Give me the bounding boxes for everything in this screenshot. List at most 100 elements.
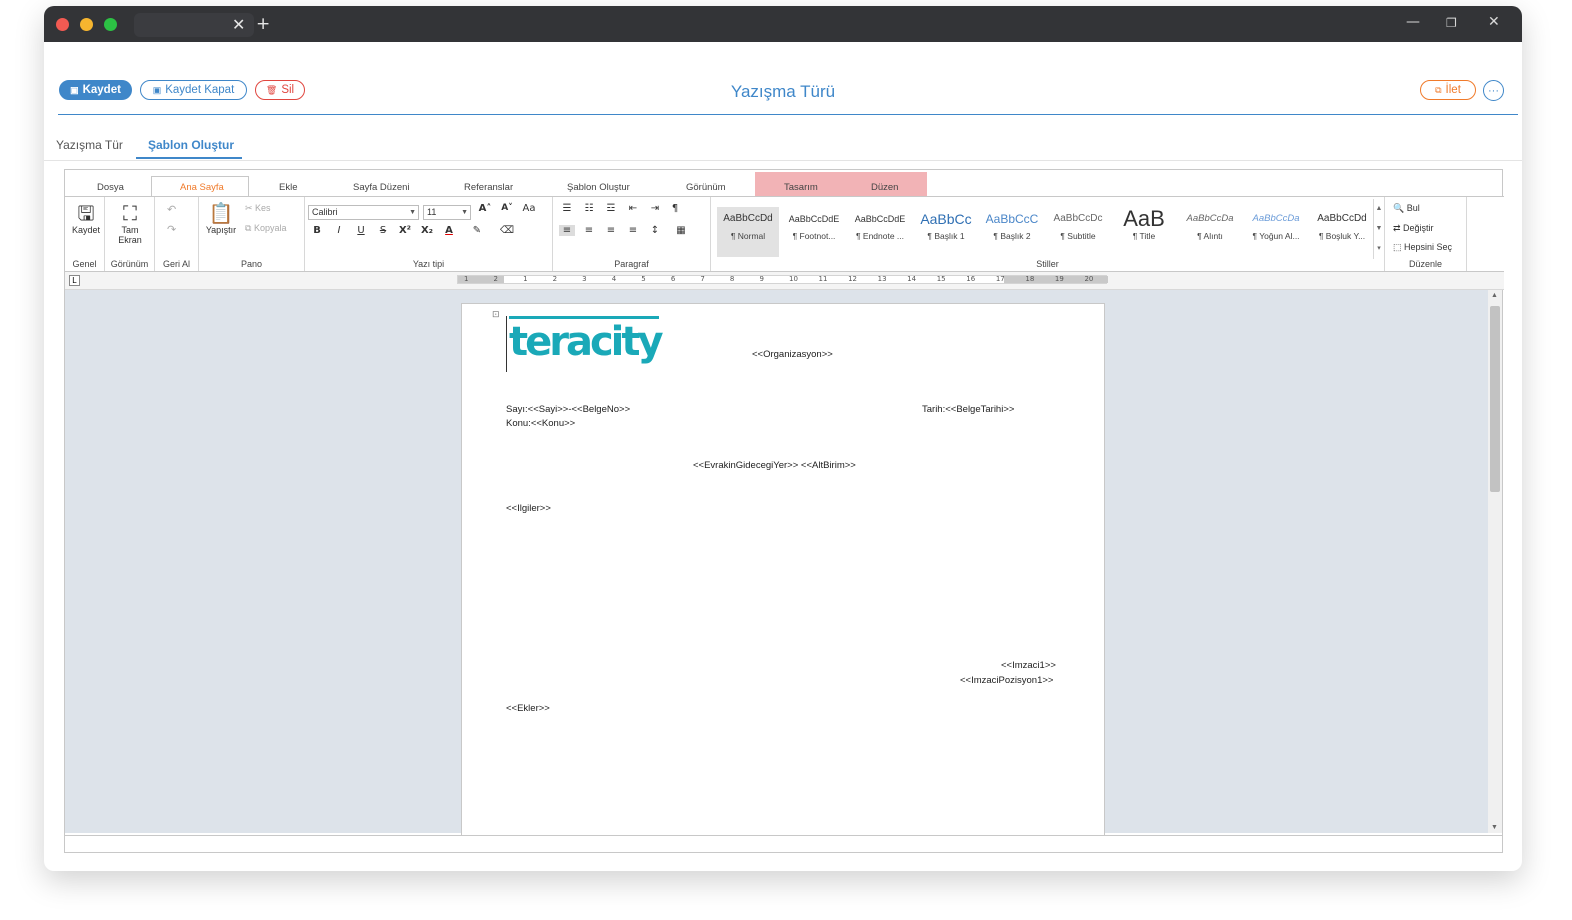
ruler-number: 17: [995, 275, 1005, 283]
document-workspace: ⊡ teracity <<Organizasyon>> Sayı:<<Sayi>…: [65, 290, 1488, 843]
copy-label: Kopyala: [253, 223, 287, 233]
scrollbar-thumb[interactable]: [1490, 306, 1500, 492]
scroll-down-icon[interactable]: ▼: [1491, 824, 1498, 831]
forward-button-label: İlet: [1445, 84, 1461, 96]
forward-icon: ⧉: [1435, 84, 1442, 95]
highlight-icon[interactable]: ✎: [469, 225, 485, 236]
company-logo: teracity: [506, 316, 666, 372]
minimize-icon[interactable]: —: [1406, 14, 1420, 30]
more-options-button[interactable]: ···: [1483, 80, 1504, 101]
vertical-scrollbar[interactable]: ▲ ▼: [1488, 290, 1502, 833]
cut-button[interactable]: ✂ Kes: [245, 203, 271, 214]
undo-icon[interactable]: ↶: [167, 203, 176, 216]
header-divider: [58, 114, 1518, 115]
style-endnote[interactable]: AaBbCcDdE ¶ Endnote ...: [849, 207, 911, 257]
align-right-icon[interactable]: ≡: [603, 225, 619, 236]
replace-button[interactable]: ⇄ Değiştir: [1393, 223, 1434, 234]
style-baslik-2[interactable]: AaBbCcC ¶ Başlık 2: [981, 207, 1043, 257]
font-family-select[interactable]: Calibri ▼: [308, 205, 419, 220]
style-yogun-alinti[interactable]: AaBbCcDa ¶ Yoğun Al...: [1245, 207, 1307, 257]
document-page[interactable]: ⊡ teracity <<Organizasyon>> Sayı:<<Sayi>…: [461, 303, 1105, 843]
ruler-number: 7: [700, 275, 705, 283]
bullet-list-icon[interactable]: ☰: [559, 203, 575, 214]
minimize-dot-icon[interactable]: [80, 18, 93, 31]
table-move-icon[interactable]: ⊡: [492, 309, 500, 320]
logo-text: teracity: [509, 319, 664, 365]
superscript-icon[interactable]: X²: [397, 225, 413, 236]
select-all-button[interactable]: ⬚ Hepsini Seç: [1393, 242, 1452, 253]
tab-yazisma-tur[interactable]: Yazışma Tür: [56, 138, 123, 152]
group-label-stiller: Stiller: [1036, 259, 1059, 269]
style-sample: AaBbCcDc: [1053, 213, 1103, 224]
close-dot-icon[interactable]: [56, 18, 69, 31]
ribbon-tab-ekle[interactable]: Ekle: [279, 182, 297, 193]
ruler-number: 20: [1084, 275, 1094, 283]
search-icon: 🔍: [1393, 203, 1407, 213]
font-color-icon[interactable]: A: [441, 225, 457, 236]
strikethrough-icon[interactable]: S: [375, 225, 391, 236]
underline-icon[interactable]: U: [353, 225, 369, 236]
ribbon-tab-dosya[interactable]: Dosya: [97, 182, 124, 193]
ribbon-tab-referanslar[interactable]: Referanslar: [464, 182, 513, 193]
ribbon-tab-gorunum[interactable]: Görünüm: [686, 182, 726, 193]
line-spacing-icon[interactable]: ↕: [647, 225, 663, 236]
ruler-number: 8: [729, 275, 735, 283]
fullscreen-button[interactable]: ⛶ Tam Ekran: [111, 201, 149, 245]
close-tab-icon[interactable]: ✕: [232, 15, 245, 34]
subscript-icon[interactable]: X₂: [419, 225, 435, 236]
tab-sablon-olustur[interactable]: Şablon Oluştur: [148, 138, 234, 152]
select-all-label: Hepsini Seç: [1404, 242, 1453, 252]
paste-button[interactable]: 📋 Yapıştır: [203, 201, 239, 235]
ribbon-tab-duzen[interactable]: Düzen: [871, 182, 898, 193]
pilcrow-icon[interactable]: ¶: [667, 203, 683, 214]
forward-button[interactable]: ⧉ İlet: [1420, 80, 1476, 100]
redo-icon[interactable]: ↷: [167, 223, 176, 236]
replace-icon: ⇄: [1393, 223, 1404, 233]
ribbon-tab-sablon-olustur[interactable]: Şablon Oluştur: [567, 182, 630, 193]
style-sample: AaBbCcDd: [1317, 213, 1367, 224]
tab-stop-icon[interactable]: L: [69, 275, 80, 286]
align-center-icon[interactable]: ≡: [581, 225, 597, 236]
ribbon-save-button[interactable]: 🖫 Kaydet: [69, 201, 103, 235]
style-baslik-1[interactable]: AaBbCc ¶ Başlık 1: [915, 207, 977, 257]
change-case-icon[interactable]: Aa: [521, 203, 537, 214]
ribbon-tab-tasarim[interactable]: Tasarım: [784, 182, 818, 193]
new-tab-icon[interactable]: +: [256, 14, 270, 34]
close-window-icon[interactable]: ✕: [1488, 14, 1500, 30]
styles-gallery-scroller[interactable]: ▲ ▼ ▾: [1373, 199, 1384, 259]
multilevel-list-icon[interactable]: ☲: [603, 203, 619, 214]
style-normal[interactable]: AaBbCcDd ¶ Normal: [717, 207, 779, 257]
style-subtitle[interactable]: AaBbCcDc ¶ Subtitle: [1047, 207, 1109, 257]
page-title: Yazışma Türü: [730, 82, 836, 101]
copy-button[interactable]: ⧉ Kopyala: [245, 223, 286, 234]
group-genel: 🖫 Kaydet Genel: [65, 197, 105, 271]
decrease-indent-icon[interactable]: ⇤: [625, 203, 641, 214]
shading-icon[interactable]: ▦: [673, 225, 689, 236]
bold-icon[interactable]: B: [309, 225, 325, 236]
style-bosluk-yok[interactable]: AaBbCcDd ¶ Boşluk Y...: [1311, 207, 1373, 257]
shrink-font-icon[interactable]: A˅: [499, 203, 515, 213]
grow-font-icon[interactable]: A˄: [477, 203, 493, 214]
clear-format-icon[interactable]: ⌫: [499, 225, 515, 236]
ribbon-tab-sayfa-duzeni[interactable]: Sayfa Düzeni: [353, 182, 410, 193]
ruler-number: 5: [641, 275, 646, 283]
ruler-number: 16: [966, 275, 976, 283]
justify-icon[interactable]: ≡: [625, 225, 641, 236]
style-title[interactable]: AaB ¶ Title: [1113, 207, 1175, 257]
font-size-select[interactable]: 11 ▼: [423, 205, 471, 220]
increase-indent-icon[interactable]: ⇥: [647, 203, 663, 214]
italic-icon[interactable]: I: [331, 225, 347, 236]
find-button[interactable]: 🔍 Bul: [1393, 203, 1420, 214]
maximize-dot-icon[interactable]: [104, 18, 117, 31]
organization-field: <<Organizasyon>>: [752, 349, 833, 360]
ruler-number: 12: [848, 275, 857, 283]
horizontal-ruler[interactable]: 1 2 1 2 3 4 5 6 7 8 9 10 11 12 13 14 15 16 17 18 19 20: [457, 275, 1108, 284]
floppy-icon: 🖫: [77, 201, 95, 225]
numbered-list-icon[interactable]: ☷: [581, 203, 597, 214]
ribbon-tab-ana-sayfa[interactable]: Ana Sayfa: [180, 182, 224, 193]
style-footnote[interactable]: AaBbCcDdE ¶ Footnot...: [783, 207, 845, 257]
style-alinti[interactable]: AaBbCcDa ¶ Alıntı: [1179, 207, 1241, 257]
restore-icon[interactable]: ❐: [1446, 16, 1457, 30]
scroll-up-icon[interactable]: ▲: [1491, 292, 1498, 299]
align-left-icon[interactable]: ≡: [559, 225, 575, 236]
